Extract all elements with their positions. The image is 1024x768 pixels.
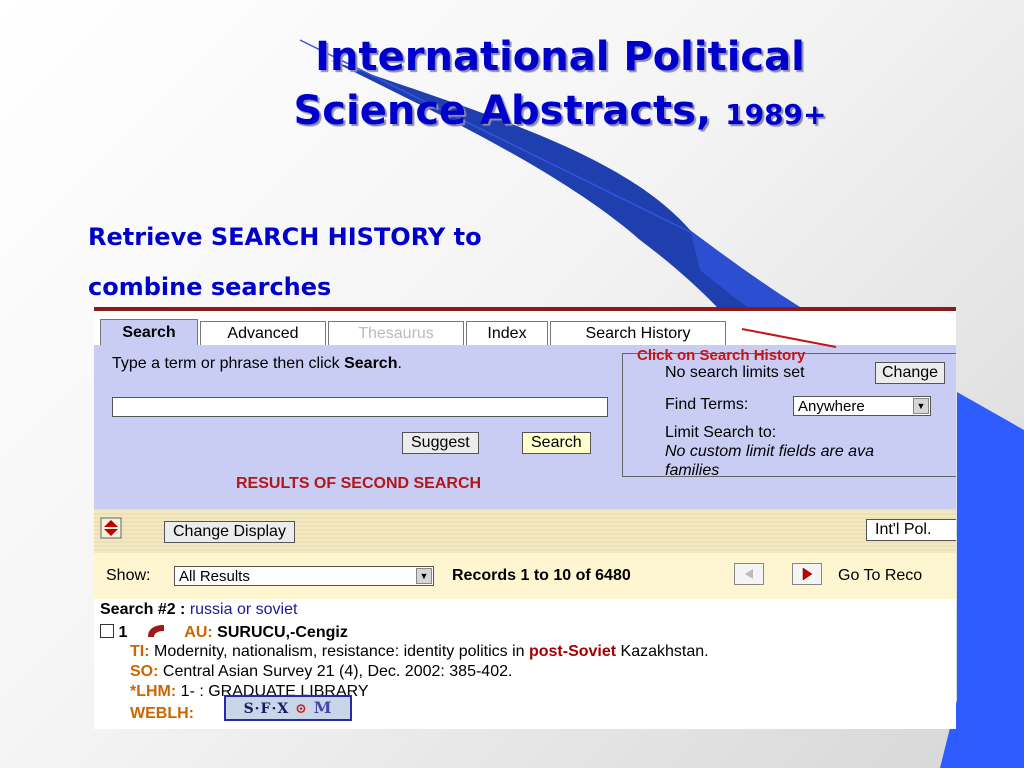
- sfx-logo-icon: ⊙: [295, 701, 308, 717]
- so-value: Central Asian Survey 21 (4), Dec. 2002: …: [162, 663, 513, 680]
- search-hint: Type a term or phrase then click Search.: [112, 355, 402, 373]
- search-query: russia or soviet: [189, 601, 298, 618]
- slide-title: International Political Science Abstract…: [0, 30, 1024, 142]
- slide-title-year: 1989+: [725, 98, 827, 131]
- sfx-link-button[interactable]: S·F·X ⊙ M: [224, 695, 352, 721]
- au-label: AU:: [184, 624, 213, 641]
- hint-bold: Search: [344, 355, 398, 372]
- table-row: 1 AU: SURUCU,-Cengiz: [100, 623, 348, 642]
- next-arrow-icon: [802, 567, 813, 581]
- search-button[interactable]: Search: [522, 432, 591, 454]
- weblh-label: WEBLH:: [130, 705, 194, 723]
- search-input[interactable]: [112, 397, 608, 417]
- tab-thesaurus: Thesaurus: [328, 321, 464, 346]
- slide-title-line1: International Political: [315, 34, 805, 80]
- go-to-record-label: Go To Reco: [838, 567, 923, 584]
- hint-suffix: .: [397, 355, 402, 372]
- show-value: All Results: [179, 568, 250, 585]
- record-list: Search #2 : russia or soviet 1 AU: SURUC…: [94, 599, 956, 729]
- annotation-text: Click on Search History: [637, 347, 806, 364]
- previous-arrow-icon: [745, 569, 753, 579]
- subtitle-line1: Retrieve SEARCH HISTORY to: [88, 223, 482, 251]
- find-terms-value: Anywhere: [798, 398, 865, 415]
- tab-index[interactable]: Index: [466, 321, 548, 346]
- dropdown-arrow-icon: ▼: [416, 568, 432, 584]
- au-value[interactable]: SURUCU,-Cengiz: [217, 624, 348, 641]
- sfx-m-text: M: [313, 698, 333, 717]
- search-number-label: Search #2 :: [100, 601, 190, 618]
- no-limits-text: No search limits set: [665, 364, 805, 381]
- search-number-line: Search #2 : russia or soviet: [100, 601, 297, 619]
- ti-text-end: Kazakhstan.: [616, 643, 709, 660]
- slide-title-main: Science Abstracts,: [293, 88, 712, 134]
- show-label: Show:: [106, 567, 151, 584]
- slide-title-line2: Science Abstracts, 1989+: [0, 84, 1024, 142]
- dropdown-arrow-icon: ▼: [913, 398, 929, 414]
- hint-text: Type a term or phrase then click: [112, 355, 345, 372]
- weblh-label-text: WEBLH:: [130, 705, 194, 722]
- tab-search-history[interactable]: Search History: [550, 321, 726, 346]
- change-limits-button[interactable]: Change: [875, 362, 946, 384]
- ti-text: Modernity, nationalism, resistance: iden…: [154, 643, 529, 660]
- suggest-button[interactable]: Suggest: [402, 432, 479, 454]
- next-page-button[interactable]: [792, 563, 822, 585]
- previous-page-button[interactable]: [734, 563, 764, 585]
- record-number: 1: [118, 624, 128, 641]
- results-note: RESULTS OF SECOND SEARCH: [236, 475, 482, 492]
- no-custom-limits-text: No custom limit fields are ava: [665, 443, 874, 460]
- ti-highlight: post-Soviet: [528, 643, 617, 660]
- lhm-label: *LHM:: [130, 683, 177, 700]
- change-display-button[interactable]: Change Display: [164, 521, 295, 543]
- collapse-toggle-icon[interactable]: [100, 517, 122, 539]
- so-label: SO:: [130, 663, 159, 680]
- source-line: SO: Central Asian Survey 21 (4), Dec. 20…: [130, 663, 512, 681]
- records-count: Records 1 to 10 of 6480: [452, 567, 631, 584]
- tab-advanced[interactable]: Advanced: [200, 321, 326, 346]
- record-type-icon: [147, 625, 164, 637]
- slide-subtitle: Retrieve SEARCH HISTORY to combine searc…: [88, 212, 482, 312]
- show-select[interactable]: All Results ▼: [174, 566, 434, 586]
- subtitle-line2: combine searches: [88, 273, 332, 301]
- find-terms-label: Find Terms:: [665, 396, 749, 413]
- limit-search-label: Limit Search to:: [665, 424, 777, 441]
- title-line: TI: Modernity, nationalism, resistance: …: [130, 643, 709, 661]
- ti-label: TI:: [130, 643, 150, 660]
- no-custom-limits-families: families: [665, 462, 720, 479]
- record-checkbox[interactable]: [100, 624, 114, 638]
- find-terms-select[interactable]: Anywhere ▼: [793, 396, 931, 416]
- database-screenshot: Search Advanced Thesaurus Index Search H…: [94, 307, 956, 729]
- database-selector[interactable]: Int'l Pol.: [866, 519, 956, 541]
- sfx-text: S·F·X: [243, 701, 290, 717]
- tab-search[interactable]: Search: [100, 319, 198, 348]
- show-bar: Show: All Results ▼ Records 1 to 10 of 6…: [94, 553, 956, 599]
- results-toolbar: Change Display Int'l Pol.: [94, 509, 956, 553]
- search-panel: Type a term or phrase then click Search.…: [94, 345, 956, 509]
- limits-box: No search limits set Change Find Terms: …: [622, 353, 956, 479]
